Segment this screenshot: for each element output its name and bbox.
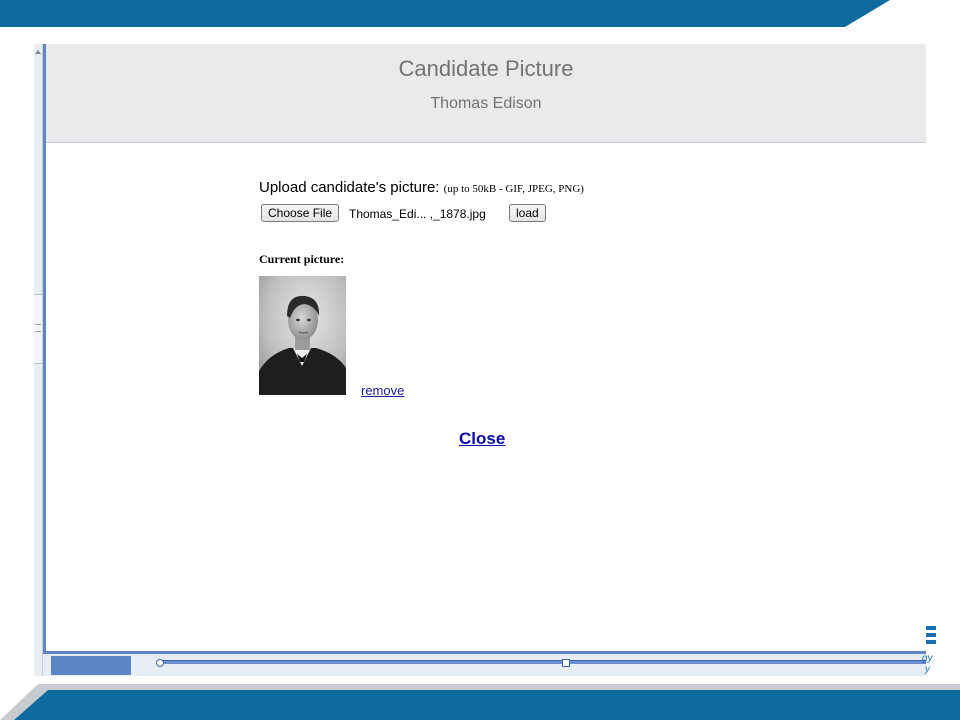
background-scrollbar[interactable] (34, 44, 43, 676)
logo-text: gy (922, 653, 933, 664)
choose-file-button[interactable]: Choose File (261, 204, 340, 222)
load-button[interactable]: load (509, 204, 546, 222)
candidate-photo (259, 276, 346, 395)
selected-file-name: Thomas_Edi... ,_1878.jpg (349, 207, 486, 221)
slide-bottom-band (0, 684, 960, 720)
scrollbar-grip-icon (35, 324, 41, 332)
background-bottom-strip (43, 654, 926, 676)
slider-mid-handle[interactable] (562, 659, 570, 667)
logo-bar-icon (925, 640, 936, 644)
portrait-image (259, 276, 346, 395)
logo-text: y (925, 664, 930, 675)
candidate-name: Thomas Edison (430, 95, 542, 112)
candidate-picture-dialog: Candidate Picture Thomas Edison Upload c… (43, 44, 926, 654)
upload-label: Upload candidate's picture: (up to 50kB … (259, 179, 584, 196)
dialog-header: Candidate Picture Thomas Edison (46, 44, 926, 143)
slider-start-handle[interactable] (156, 659, 164, 667)
background-blue-block (51, 656, 131, 675)
slide-bottom-band-shape (0, 684, 960, 720)
remove-picture-link[interactable]: remove (361, 383, 404, 398)
slide-top-band (0, 0, 960, 27)
dialog-title: Candidate Picture (398, 56, 574, 81)
upload-hint: (up to 50kB - GIF, JPEG, PNG) (443, 183, 584, 195)
logo-bar-icon (925, 626, 936, 630)
background-slider-track[interactable] (160, 660, 926, 664)
logo-bar-icon (925, 633, 936, 637)
current-picture-label: Current picture: (259, 252, 345, 266)
close-link[interactable]: Close (459, 429, 505, 449)
upload-label-text: Upload candidate's picture: (259, 179, 440, 196)
slide-top-band-shape (0, 0, 890, 27)
scroll-up-arrow-icon[interactable] (35, 50, 41, 54)
